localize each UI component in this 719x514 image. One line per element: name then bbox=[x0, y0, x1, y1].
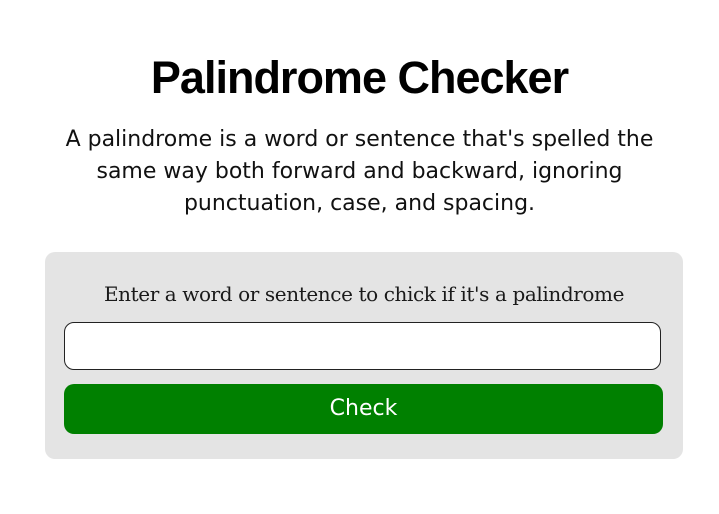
check-button[interactable]: Check bbox=[64, 384, 663, 434]
page-title: Palindrome Checker bbox=[150, 52, 569, 103]
page-description: A palindrome is a word or sentence that'… bbox=[65, 127, 654, 216]
palindrome-checker-page: Palindrome Checker A palindrome is a wor… bbox=[0, 0, 719, 514]
input-card: Enter a word or sentence to chick if it'… bbox=[45, 252, 683, 459]
text-input-label: Enter a word or sentence to chick if it'… bbox=[103, 282, 625, 306]
text-input[interactable] bbox=[64, 322, 661, 370]
